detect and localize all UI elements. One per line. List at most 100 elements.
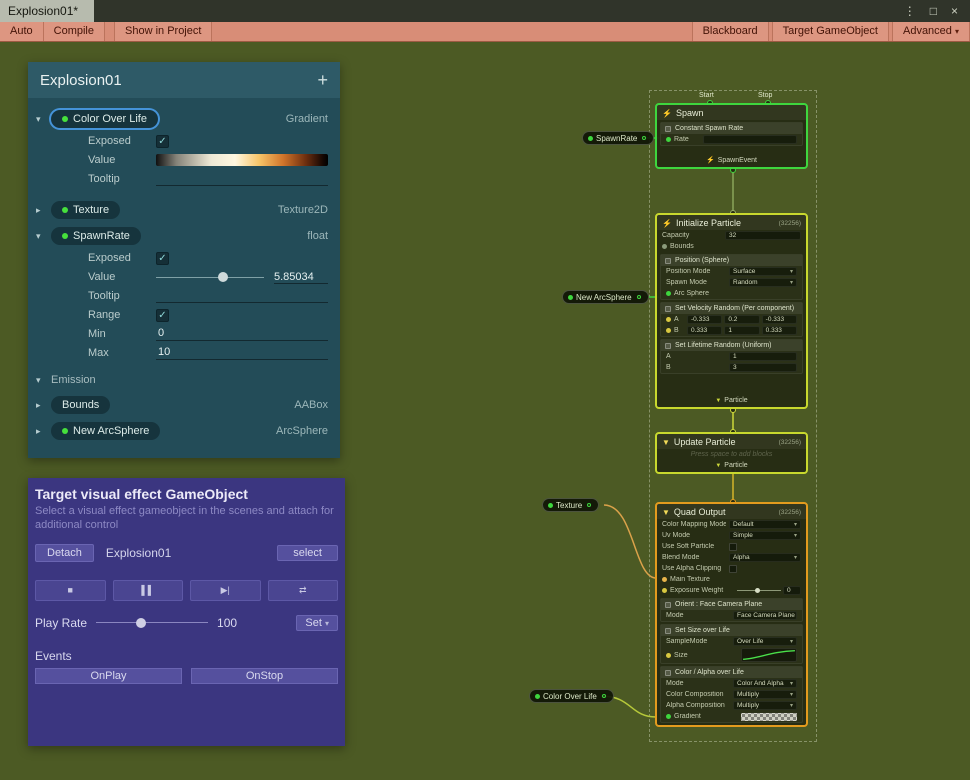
block-toggle[interactable] [665, 670, 671, 676]
dropdown-position-mode[interactable]: Surface▾ [729, 267, 797, 276]
close-icon[interactable]: × [951, 4, 958, 22]
parameter-node-new-arcsphere[interactable]: New ArcSphere [562, 290, 649, 304]
blackboard-toggle-button[interactable]: Blackboard [692, 22, 769, 41]
parameter-node-spawnrate[interactable]: SpawnRate [582, 131, 654, 145]
node-title[interactable]: ▼Quad Output(32256) [657, 504, 806, 519]
curve-field[interactable] [741, 648, 797, 662]
dropdown-blend-mode[interactable]: Alpha▾ [729, 553, 801, 562]
update-output-port[interactable]: ▼ Particle [657, 460, 806, 472]
node-title[interactable]: ⚡Initialize Particle(32256) [657, 215, 806, 230]
dropdown-mode[interactable]: Color And Alpha▾ [733, 679, 797, 688]
blackboard-header[interactable]: Explosion01 + [28, 62, 340, 98]
block-toggle[interactable] [665, 306, 671, 312]
block-toggle[interactable] [665, 628, 671, 634]
param-row-bounds[interactable]: ▸ Bounds AABox [28, 392, 340, 418]
pause-button[interactable]: ▌▌ [113, 580, 184, 601]
auto-button[interactable]: Auto [0, 22, 44, 41]
value-slider[interactable] [156, 277, 264, 278]
spawn-context-node[interactable]: ⚡SpawnConstant Spawn RateRate ⚡ SpawnEve… [655, 103, 808, 169]
fold-open-icon[interactable]: ▾ [36, 114, 51, 125]
port-arc-sphere[interactable] [666, 291, 671, 296]
output-port[interactable] [587, 503, 591, 507]
detach-button[interactable]: Detach [35, 544, 94, 562]
param-row-color-over-life[interactable]: ▾ Color Over Life Gradient [28, 106, 340, 132]
param-row-texture[interactable]: ▸ Texture Texture2D [28, 197, 340, 223]
category-row-emission[interactable]: ▾ Emission [28, 368, 340, 392]
block-header[interactable]: Set Size over Life [661, 625, 802, 636]
field-b[interactable]: 3 [729, 363, 797, 372]
block-header[interactable]: Orient : Face Camera Plane [661, 599, 802, 610]
advanced-dropdown-button[interactable]: Advanced ▾ [892, 22, 970, 41]
output-port[interactable] [642, 136, 646, 140]
block-header[interactable]: Position (Sphere) [661, 255, 802, 266]
target-gameobject-toggle-button[interactable]: Target GameObject [772, 22, 889, 41]
param-pill-texture[interactable]: Texture [51, 201, 120, 219]
onstop-button[interactable]: OnStop [191, 668, 338, 684]
block-toggle[interactable] [665, 126, 671, 132]
fold-open-icon[interactable]: ▾ [36, 231, 51, 242]
restart-button[interactable]: ⇄ [268, 580, 339, 601]
dropdown-alpha-composition[interactable]: Multiply▾ [733, 701, 797, 710]
play-rate-value[interactable]: 100 [217, 616, 237, 630]
slider-handle[interactable] [218, 272, 228, 282]
gradient-field[interactable] [741, 713, 797, 721]
port-bounds[interactable] [662, 244, 667, 249]
param-pill-bounds[interactable]: Bounds [51, 396, 110, 414]
spawn-output-port[interactable]: ⚡ SpawnEvent [657, 154, 806, 167]
maximize-icon[interactable]: □ [930, 4, 937, 22]
port-gradient[interactable] [666, 714, 671, 719]
block-header[interactable]: Color / Alpha over Life [661, 667, 802, 678]
fold-closed-icon[interactable]: ▸ [36, 205, 51, 216]
dropdown-color-composition[interactable]: Multiply▾ [733, 690, 797, 699]
field-rate[interactable] [703, 135, 797, 144]
block-toggle[interactable] [665, 602, 671, 608]
dropdown-color-mapping-mode[interactable]: Default▾ [729, 520, 801, 529]
set-rate-button[interactable]: Set ▾ [296, 615, 338, 631]
node-title[interactable]: ▼Update Particle(32256) [657, 434, 806, 449]
initialize-output-port[interactable]: ▼ Particle [657, 395, 806, 407]
exposed-checkbox[interactable]: ✓ [156, 135, 169, 148]
tooltip-input[interactable] [156, 172, 328, 186]
block-toggle[interactable] [665, 343, 671, 349]
slider-handle[interactable] [136, 618, 146, 628]
min-input[interactable]: 0 [156, 327, 328, 341]
tooltip-input[interactable] [156, 289, 328, 303]
block-toggle[interactable] [665, 258, 671, 264]
port-rate[interactable] [666, 137, 671, 142]
dropdown-mode[interactable]: Face Camera Plane▾ [733, 611, 797, 620]
vector-component-field[interactable]: 1 [724, 326, 759, 335]
show-in-project-button[interactable]: Show in Project [114, 22, 212, 41]
output-port[interactable] [602, 694, 606, 698]
parameter-node-texture[interactable]: Texture [542, 498, 599, 512]
slider-value-field[interactable]: 0 [783, 586, 801, 595]
port-main-texture[interactable] [662, 577, 667, 582]
dropdown-samplemode[interactable]: Over Life▾ [733, 637, 797, 646]
checkbox-use-soft-particle[interactable] [729, 543, 737, 551]
onplay-button[interactable]: OnPlay [35, 668, 182, 684]
compile-button[interactable]: Compile [44, 22, 105, 41]
add-parameter-button[interactable]: + [317, 70, 328, 91]
block-header[interactable]: Constant Spawn Rate [661, 123, 802, 134]
vector-component-field[interactable]: -0.333 [762, 315, 797, 324]
step-button[interactable]: ▶| [190, 580, 261, 601]
slider-exposure-weight[interactable] [737, 590, 781, 591]
output-port[interactable] [637, 295, 641, 299]
select-button[interactable]: select [277, 545, 338, 561]
port-exposure-weight[interactable] [662, 588, 667, 593]
update-particle-context-node[interactable]: ▼Update Particle(32256)Press space to ad… [655, 432, 808, 474]
quad-output-context-node[interactable]: ▼Quad Output(32256)Color Mapping ModeDef… [655, 502, 808, 727]
fold-closed-icon[interactable]: ▸ [36, 400, 51, 411]
range-checkbox[interactable]: ✓ [156, 309, 169, 322]
fold-open-icon[interactable]: ▾ [36, 375, 51, 386]
node-title[interactable]: ⚡Spawn [657, 105, 806, 120]
fold-closed-icon[interactable]: ▸ [36, 426, 51, 437]
dropdown-spawn-mode[interactable]: Random▾ [729, 278, 797, 287]
block-header[interactable]: Set Velocity Random (Per component) [661, 303, 802, 314]
dropdown-uv-mode[interactable]: Simple▾ [729, 531, 801, 540]
gradient-swatch[interactable] [156, 154, 328, 166]
field-capacity[interactable]: 32 [725, 231, 801, 240]
field-a[interactable]: 1 [729, 352, 797, 361]
vector-component-field[interactable]: 0.333 [687, 326, 722, 335]
param-row-spawnrate[interactable]: ▾ SpawnRate float [28, 223, 340, 249]
max-input[interactable]: 10 [156, 346, 328, 360]
